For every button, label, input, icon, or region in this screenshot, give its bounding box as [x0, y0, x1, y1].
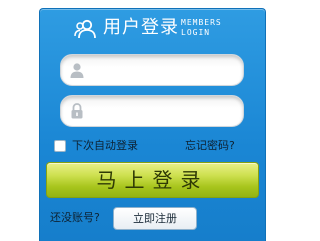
remember-checkbox[interactable]	[54, 140, 66, 152]
username-input[interactable]	[91, 55, 235, 87]
forgot-password-link[interactable]: 忘记密码?	[185, 139, 235, 153]
login-title: 用户登录	[103, 17, 179, 38]
users-icon	[74, 19, 96, 39]
password-field[interactable]	[60, 95, 244, 128]
title-en-line2: LOGIN	[181, 28, 211, 37]
register-button[interactable]: 立即注册	[113, 207, 197, 230]
person-icon	[70, 63, 84, 78]
no-account-label: 还没账号?	[50, 211, 100, 224]
login-button[interactable]: 马上登录	[46, 162, 259, 198]
login-panel: 用户登录 MEMBERS LOGIN 下次自动登录 忘记密码? 马上登录 还没账…	[39, 8, 266, 241]
login-header: 用户登录 MEMBERS LOGIN	[40, 9, 265, 47]
username-field[interactable]	[60, 54, 244, 87]
remember-label: 下次自动登录	[72, 139, 138, 152]
lock-icon	[71, 103, 83, 119]
password-input[interactable]	[91, 96, 235, 128]
login-title-en: MEMBERS LOGIN	[181, 18, 222, 38]
title-en-line1: MEMBERS	[181, 18, 222, 27]
remember-me[interactable]: 下次自动登录	[54, 139, 138, 153]
